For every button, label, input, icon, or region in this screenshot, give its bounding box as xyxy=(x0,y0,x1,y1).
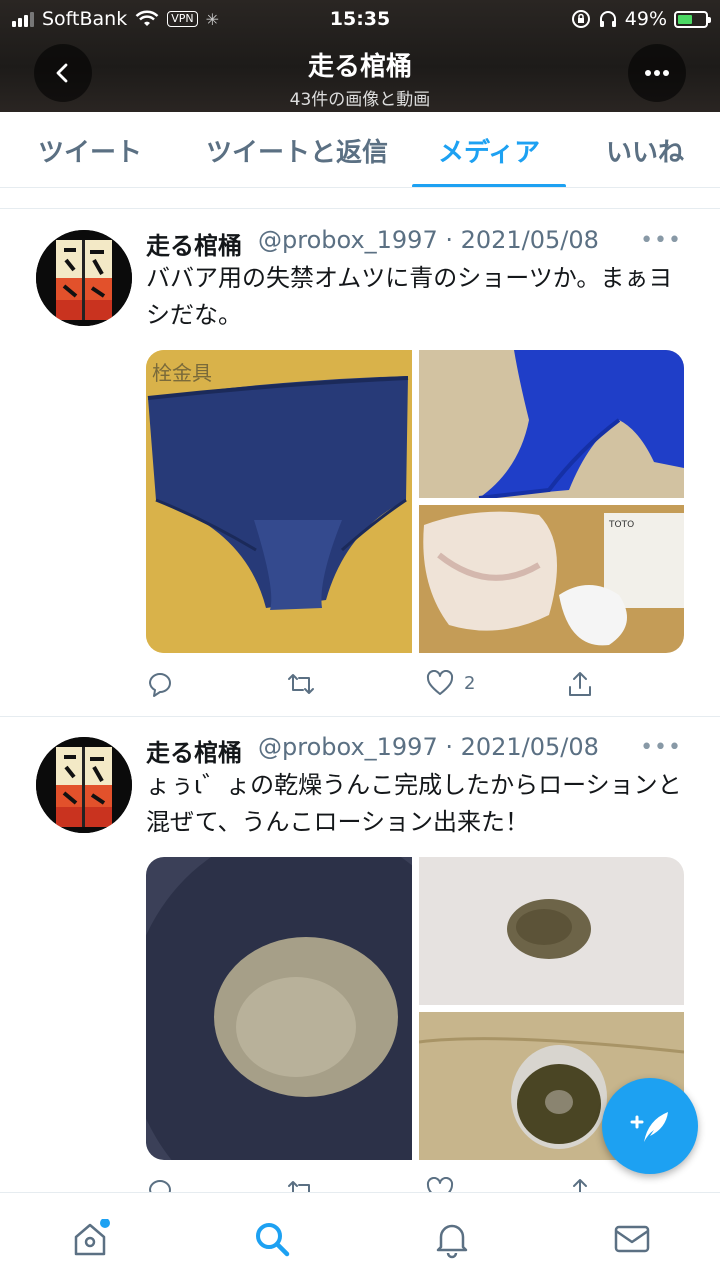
bottom-navigation xyxy=(0,1192,720,1280)
avatar[interactable] xyxy=(36,230,132,326)
tab-likes[interactable]: いいね xyxy=(606,132,684,169)
tweet-text: ババア用の失禁オムツに青のショーツか。まぁヨシだな。 xyxy=(146,264,673,329)
tweet-item[interactable]: 走る棺桶 @probox_1997 · 2021/05/08 ••• ババア用の… xyxy=(0,210,720,716)
tab-tweets-replies[interactable]: ツイートと返信 xyxy=(206,132,388,169)
media-image-powder-on-paper[interactable] xyxy=(419,857,684,1005)
svg-text:TOTO: TOTO xyxy=(608,520,634,530)
retweet-button[interactable] xyxy=(286,670,316,698)
svg-text:栓金具: 栓金具 xyxy=(152,361,212,385)
like-button[interactable]: 2 xyxy=(426,670,475,696)
reply-icon xyxy=(149,673,171,697)
tweet-actions: 2 xyxy=(146,670,626,704)
profile-tabs: ツイート ツイートと返信 メディア いいね xyxy=(0,112,720,188)
more-button[interactable] xyxy=(628,44,686,102)
nav-search[interactable] xyxy=(250,1217,294,1261)
bell-icon xyxy=(436,1224,468,1259)
app-screen: SoftBank VPN ✳ 15:35 49% 走る棺桶 43件の画像と動画 … xyxy=(0,0,720,1280)
battery-icon xyxy=(674,10,711,28)
nav-notifications[interactable] xyxy=(430,1217,474,1261)
nav-messages[interactable] xyxy=(610,1217,654,1261)
tweet-more-icon[interactable]: ••• xyxy=(640,735,682,760)
share-icon xyxy=(569,672,591,696)
search-icon xyxy=(256,1223,290,1257)
tweet-author-name[interactable]: 走る棺桶 xyxy=(146,733,242,768)
nav-home[interactable] xyxy=(68,1217,112,1261)
media-count: 43件の画像と動画 xyxy=(289,90,431,110)
media-image-powder-in-bowl[interactable] xyxy=(146,857,412,1160)
media-image-used-diaper-on-box[interactable]: TOTO xyxy=(419,505,684,653)
status-bar: SoftBank VPN ✳ 15:35 49% xyxy=(0,6,720,34)
heart-icon xyxy=(426,670,454,695)
reply-button[interactable] xyxy=(146,670,174,698)
media-image-blue-panties-held[interactable] xyxy=(419,350,684,498)
share-button[interactable] xyxy=(566,670,594,698)
previous-tweet-edge xyxy=(0,208,720,209)
headphones-icon xyxy=(599,11,616,27)
tab-media[interactable]: メディア xyxy=(438,132,540,169)
tweet-author-name[interactable]: 走る棺桶 xyxy=(146,226,242,261)
more-horizontal-icon xyxy=(645,70,669,76)
compose-feather-icon xyxy=(630,1112,668,1142)
compose-tweet-button[interactable] xyxy=(602,1078,698,1174)
tab-tweets[interactable]: ツイート xyxy=(38,132,142,169)
like-count: 2 xyxy=(464,672,476,694)
retweet-icon xyxy=(288,674,314,694)
tweet-handle-date: @probox_1997 · 2021/05/08 xyxy=(258,226,599,254)
battery-percent: 49% xyxy=(624,8,667,30)
header-title-block: 走る棺桶 43件の画像と動画 xyxy=(0,46,720,110)
tweet-more-icon[interactable]: ••• xyxy=(640,228,682,253)
home-icon xyxy=(74,1219,110,1256)
profile-header: SoftBank VPN ✳ 15:35 49% 走る棺桶 43件の画像と動画 xyxy=(0,0,720,112)
tweet-text: ょぅι゛ょの乾燥うんこ完成したからローションと混ぜて、うんこローション出来た！ xyxy=(146,771,682,836)
page-title: 走る棺桶 xyxy=(307,52,412,82)
avatar[interactable] xyxy=(36,737,132,833)
mail-icon xyxy=(614,1225,650,1253)
orientation-lock-icon xyxy=(571,10,590,28)
tweet-media-grid: 栓金具 TOTO xyxy=(146,350,684,653)
tabs-divider xyxy=(0,187,720,188)
media-image-blue-panties-flat[interactable]: 栓金具 xyxy=(146,350,412,653)
tweet-handle-date: @probox_1997 · 2021/05/08 xyxy=(258,733,599,761)
